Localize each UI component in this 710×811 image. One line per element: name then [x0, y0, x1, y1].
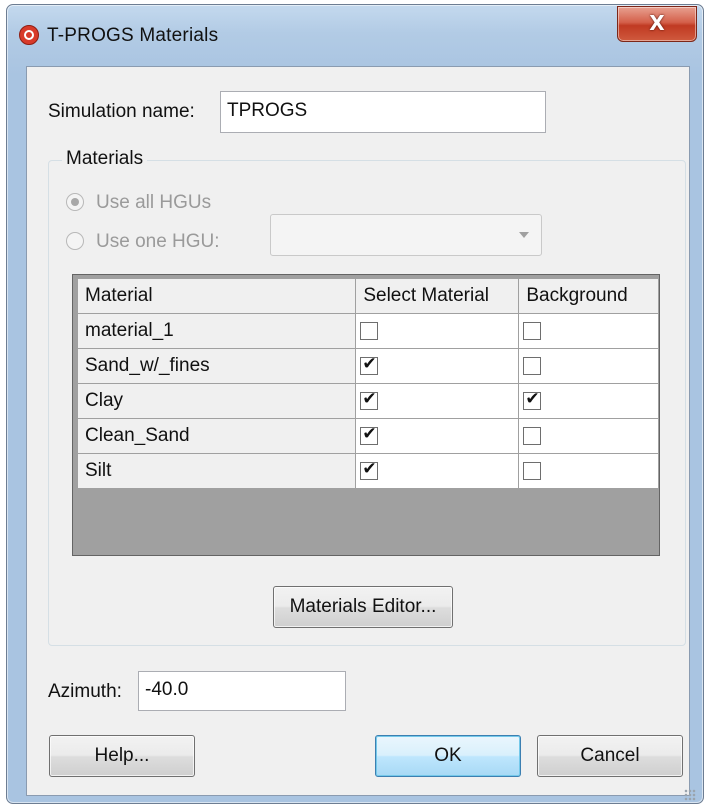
material-name-cell[interactable]: Silt — [76, 453, 357, 489]
material-name-cell[interactable]: Clean_Sand — [76, 418, 357, 454]
materials-editor-button[interactable]: Materials Editor... — [273, 586, 453, 628]
column-header-background[interactable]: Background — [518, 278, 659, 314]
background-cell — [518, 418, 659, 454]
simulation-name-input[interactable]: TPROGS — [220, 91, 546, 133]
background-checkbox[interactable] — [523, 356, 542, 375]
materials-grid: Material Select Material Background mate… — [72, 274, 660, 556]
materials-group-title: Materials — [62, 148, 148, 170]
material-name-cell[interactable]: Clay — [76, 383, 357, 419]
close-button[interactable]: X — [617, 6, 697, 42]
help-button[interactable]: Help... — [49, 735, 195, 777]
cancel-button[interactable]: Cancel — [537, 735, 683, 777]
column-header-material[interactable]: Material — [76, 278, 357, 314]
azimuth-input[interactable]: -40.0 — [138, 671, 346, 711]
window-title: T-PROGS Materials — [47, 25, 219, 46]
hgu-select[interactable] — [270, 214, 542, 256]
background-checkbox[interactable] — [523, 461, 542, 480]
select-material-cell — [355, 383, 520, 419]
material-name-cell[interactable]: material_1 — [76, 313, 357, 349]
table-row: Clean_Sand — [76, 418, 659, 454]
select-material-cell — [355, 453, 520, 489]
simulation-name-label: Simulation name: — [48, 101, 195, 122]
table-header-row: Material Select Material Background — [76, 278, 659, 314]
app-logo-icon — [19, 25, 39, 45]
background-checkbox[interactable] — [523, 389, 542, 410]
use-one-hgu-radio[interactable] — [66, 232, 84, 250]
select-material-cell — [355, 348, 520, 384]
chevron-down-icon — [519, 232, 529, 238]
use-one-hgu-label: Use one HGU: — [96, 231, 220, 252]
table-row: Clay — [76, 383, 659, 419]
use-all-hgus-label: Use all HGUs — [96, 192, 212, 213]
select-material-checkbox[interactable] — [360, 321, 379, 340]
material-name-cell[interactable]: Sand_w/_fines — [76, 348, 357, 384]
materials-table: Material Select Material Background mate… — [76, 278, 659, 489]
select-material-cell — [355, 418, 520, 454]
select-material-checkbox[interactable] — [360, 459, 379, 480]
use-all-hgus-radio[interactable] — [66, 193, 84, 211]
background-cell — [518, 348, 659, 384]
table-row: Sand_w/_fines — [76, 348, 659, 384]
ok-button[interactable]: OK — [375, 735, 521, 777]
select-material-checkbox[interactable] — [360, 389, 379, 410]
select-material-checkbox[interactable] — [360, 354, 379, 375]
background-checkbox[interactable] — [523, 321, 542, 340]
resize-grip-icon[interactable] — [684, 789, 696, 801]
azimuth-label: Azimuth: — [48, 681, 122, 702]
select-material-cell — [355, 313, 520, 349]
background-checkbox[interactable] — [523, 426, 542, 445]
select-material-checkbox[interactable] — [360, 424, 379, 445]
background-cell — [518, 313, 659, 349]
background-cell — [518, 383, 659, 419]
background-cell — [518, 453, 659, 489]
close-icon: X — [649, 11, 665, 35]
table-row: Silt — [76, 453, 659, 489]
table-row: material_1 — [76, 313, 659, 349]
column-header-select-material[interactable]: Select Material — [355, 278, 520, 314]
